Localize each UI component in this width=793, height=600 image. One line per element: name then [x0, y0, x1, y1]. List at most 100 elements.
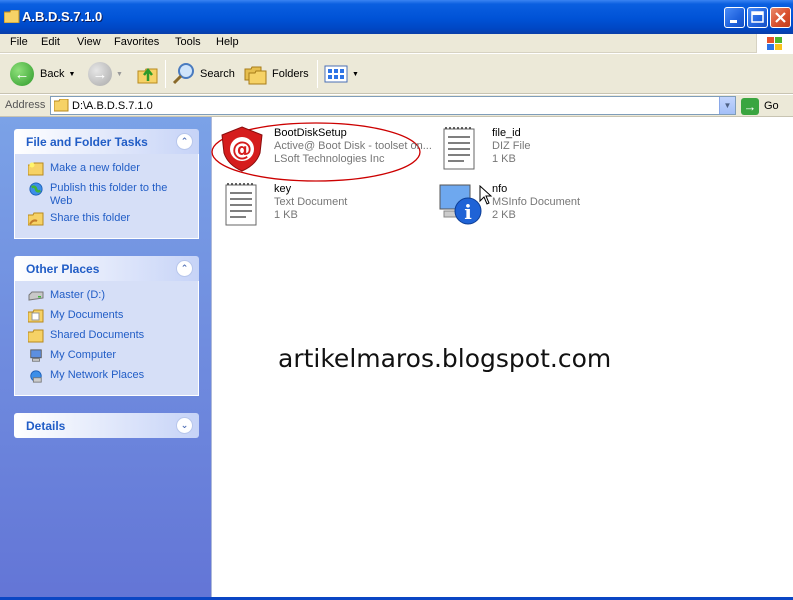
- back-label: Back: [40, 68, 65, 80]
- go-label: Go: [764, 100, 779, 112]
- window-title: A.B.D.S.7.1.0: [22, 9, 103, 24]
- task-pane: File and Folder Tasks ⌃ Make a new folde…: [0, 117, 211, 600]
- make-new-folder-link[interactable]: Make a new folder: [15, 160, 198, 180]
- views-dropdown-icon: ▼: [352, 70, 359, 78]
- file-name: file_id: [492, 127, 521, 139]
- panel-title: File and Folder Tasks: [26, 135, 148, 149]
- panel-title: Other Places: [26, 262, 100, 276]
- svg-text:@: @: [232, 137, 252, 161]
- file-size: 1 KB: [492, 153, 516, 165]
- address-value: D:\A.B.D.S.7.1.0: [72, 100, 153, 112]
- place-my-documents[interactable]: My Documents: [15, 307, 198, 327]
- file-item-file-id[interactable]: file_id DIZ File 1 KB: [436, 125, 646, 177]
- title-bar: A.B.D.S.7.1.0: [0, 0, 793, 34]
- file-type: MSInfo Document: [492, 196, 581, 208]
- magnifier-icon: [172, 63, 194, 85]
- back-arrow-icon: ←: [10, 62, 34, 86]
- details-panel: Details ⌄: [14, 413, 199, 438]
- chevron-down-icon: ▼: [723, 101, 732, 110]
- other-places-panel: Other Places ⌃ Master (D:) My Documents …: [14, 256, 199, 396]
- mouse-cursor-icon: [479, 185, 493, 205]
- my-documents-icon: [28, 309, 44, 323]
- place-my-network-places[interactable]: My Network Places: [15, 367, 198, 387]
- file-name: nfo: [492, 183, 508, 195]
- watermark-text: artikelmaros.blogspot.com: [278, 344, 612, 373]
- file-folder-tasks-panel: File and Folder Tasks ⌃ Make a new folde…: [14, 129, 199, 239]
- forward-arrow-icon: →: [88, 62, 112, 86]
- maximize-button[interactable]: [747, 7, 768, 28]
- my-computer-icon: [30, 349, 42, 362]
- menu-bar: File Edit View Favorites Tools Help: [0, 34, 793, 53]
- views-grid-icon: [324, 65, 348, 83]
- back-dropdown-icon[interactable]: ▼: [68, 71, 75, 78]
- views-button[interactable]: ▼: [324, 59, 359, 89]
- close-button[interactable]: [770, 7, 791, 28]
- go-arrow-icon: →: [741, 97, 759, 115]
- file-name: BootDiskSetup: [274, 127, 347, 139]
- file-type: DIZ File: [492, 140, 531, 152]
- forward-button[interactable]: → ▼: [88, 59, 123, 89]
- folders-label: Folders: [272, 68, 309, 80]
- chevron-down-icon[interactable]: ⌄: [176, 417, 193, 434]
- chevron-up-icon[interactable]: ⌃: [176, 260, 193, 277]
- panel-header[interactable]: File and Folder Tasks ⌃: [14, 129, 199, 154]
- panel-header[interactable]: Details ⌄: [14, 413, 199, 438]
- menu-file[interactable]: File: [7, 36, 31, 48]
- file-size: 2 KB: [492, 209, 516, 221]
- network-places-icon: [30, 370, 42, 383]
- panel-title: Details: [26, 419, 66, 433]
- place-shared-documents[interactable]: Shared Documents: [15, 327, 198, 347]
- file-item-bootdisksetup[interactable]: @ BootDiskSetup Active@ Boot Disk - tool…: [218, 125, 432, 177]
- menu-view[interactable]: View: [74, 36, 104, 48]
- address-bar: Address D:\A.B.D.S.7.1.0 ▼ → Go: [0, 95, 793, 117]
- shared-documents-icon: [28, 329, 44, 343]
- menu-tools[interactable]: Tools: [172, 36, 204, 48]
- publish-folder-link[interactable]: Publish this folder to the Web: [15, 180, 198, 210]
- active-boot-disk-icon: @: [221, 126, 263, 172]
- menu-edit[interactable]: Edit: [38, 36, 63, 48]
- search-label: Search: [200, 68, 235, 80]
- svg-text:i: i: [464, 200, 472, 224]
- folder-icon: [54, 99, 69, 112]
- file-company: LSoft Technologies Inc: [274, 153, 385, 165]
- up-button[interactable]: [137, 59, 159, 89]
- text-document-icon: [443, 127, 475, 170]
- place-master-drive[interactable]: Master (D:): [15, 287, 198, 307]
- menu-help[interactable]: Help: [213, 36, 242, 48]
- text-document-icon: [225, 183, 257, 226]
- folders-icon: [244, 66, 267, 85]
- globe-icon: [29, 182, 43, 196]
- folder-icon: [4, 10, 20, 23]
- new-folder-icon: [28, 162, 44, 176]
- search-button[interactable]: Search: [172, 59, 235, 89]
- go-button[interactable]: → Go: [741, 97, 779, 115]
- share-folder-link[interactable]: Share this folder: [15, 210, 198, 230]
- file-item-nfo[interactable]: i nfo MSInfo Document 2 KB: [436, 181, 646, 233]
- chevron-up-icon[interactable]: ⌃: [176, 133, 193, 150]
- panel-header[interactable]: Other Places ⌃: [14, 256, 199, 281]
- file-list: @ BootDiskSetup Active@ Boot Disk - tool…: [211, 117, 793, 597]
- msinfo-icon: i: [439, 184, 482, 225]
- address-label: Address: [5, 99, 46, 111]
- folders-button[interactable]: Folders: [244, 59, 309, 89]
- windows-logo: [756, 34, 793, 53]
- back-button[interactable]: ← Back ▼: [10, 59, 75, 89]
- minimize-icon: [730, 20, 737, 23]
- file-description: Active@ Boot Disk - toolset on...: [274, 140, 432, 152]
- menu-favorites[interactable]: Favorites: [111, 36, 162, 48]
- close-icon: [775, 12, 786, 23]
- minimize-button[interactable]: [724, 7, 745, 28]
- forward-dropdown-icon[interactable]: ▼: [116, 71, 123, 78]
- address-field[interactable]: D:\A.B.D.S.7.1.0 ▼: [50, 96, 736, 115]
- share-folder-icon: [28, 212, 44, 226]
- maximize-icon: [751, 11, 764, 23]
- address-dropdown-button[interactable]: ▼: [719, 97, 735, 114]
- up-folder-icon: [137, 67, 158, 84]
- file-type: Text Document: [274, 196, 348, 208]
- file-item-key[interactable]: key Text Document 1 KB: [218, 181, 428, 233]
- windows-flag-icon: [767, 37, 782, 50]
- file-size: 1 KB: [274, 209, 298, 221]
- place-my-computer[interactable]: My Computer: [15, 347, 198, 367]
- drive-icon: [28, 291, 44, 301]
- file-name: key: [274, 183, 292, 195]
